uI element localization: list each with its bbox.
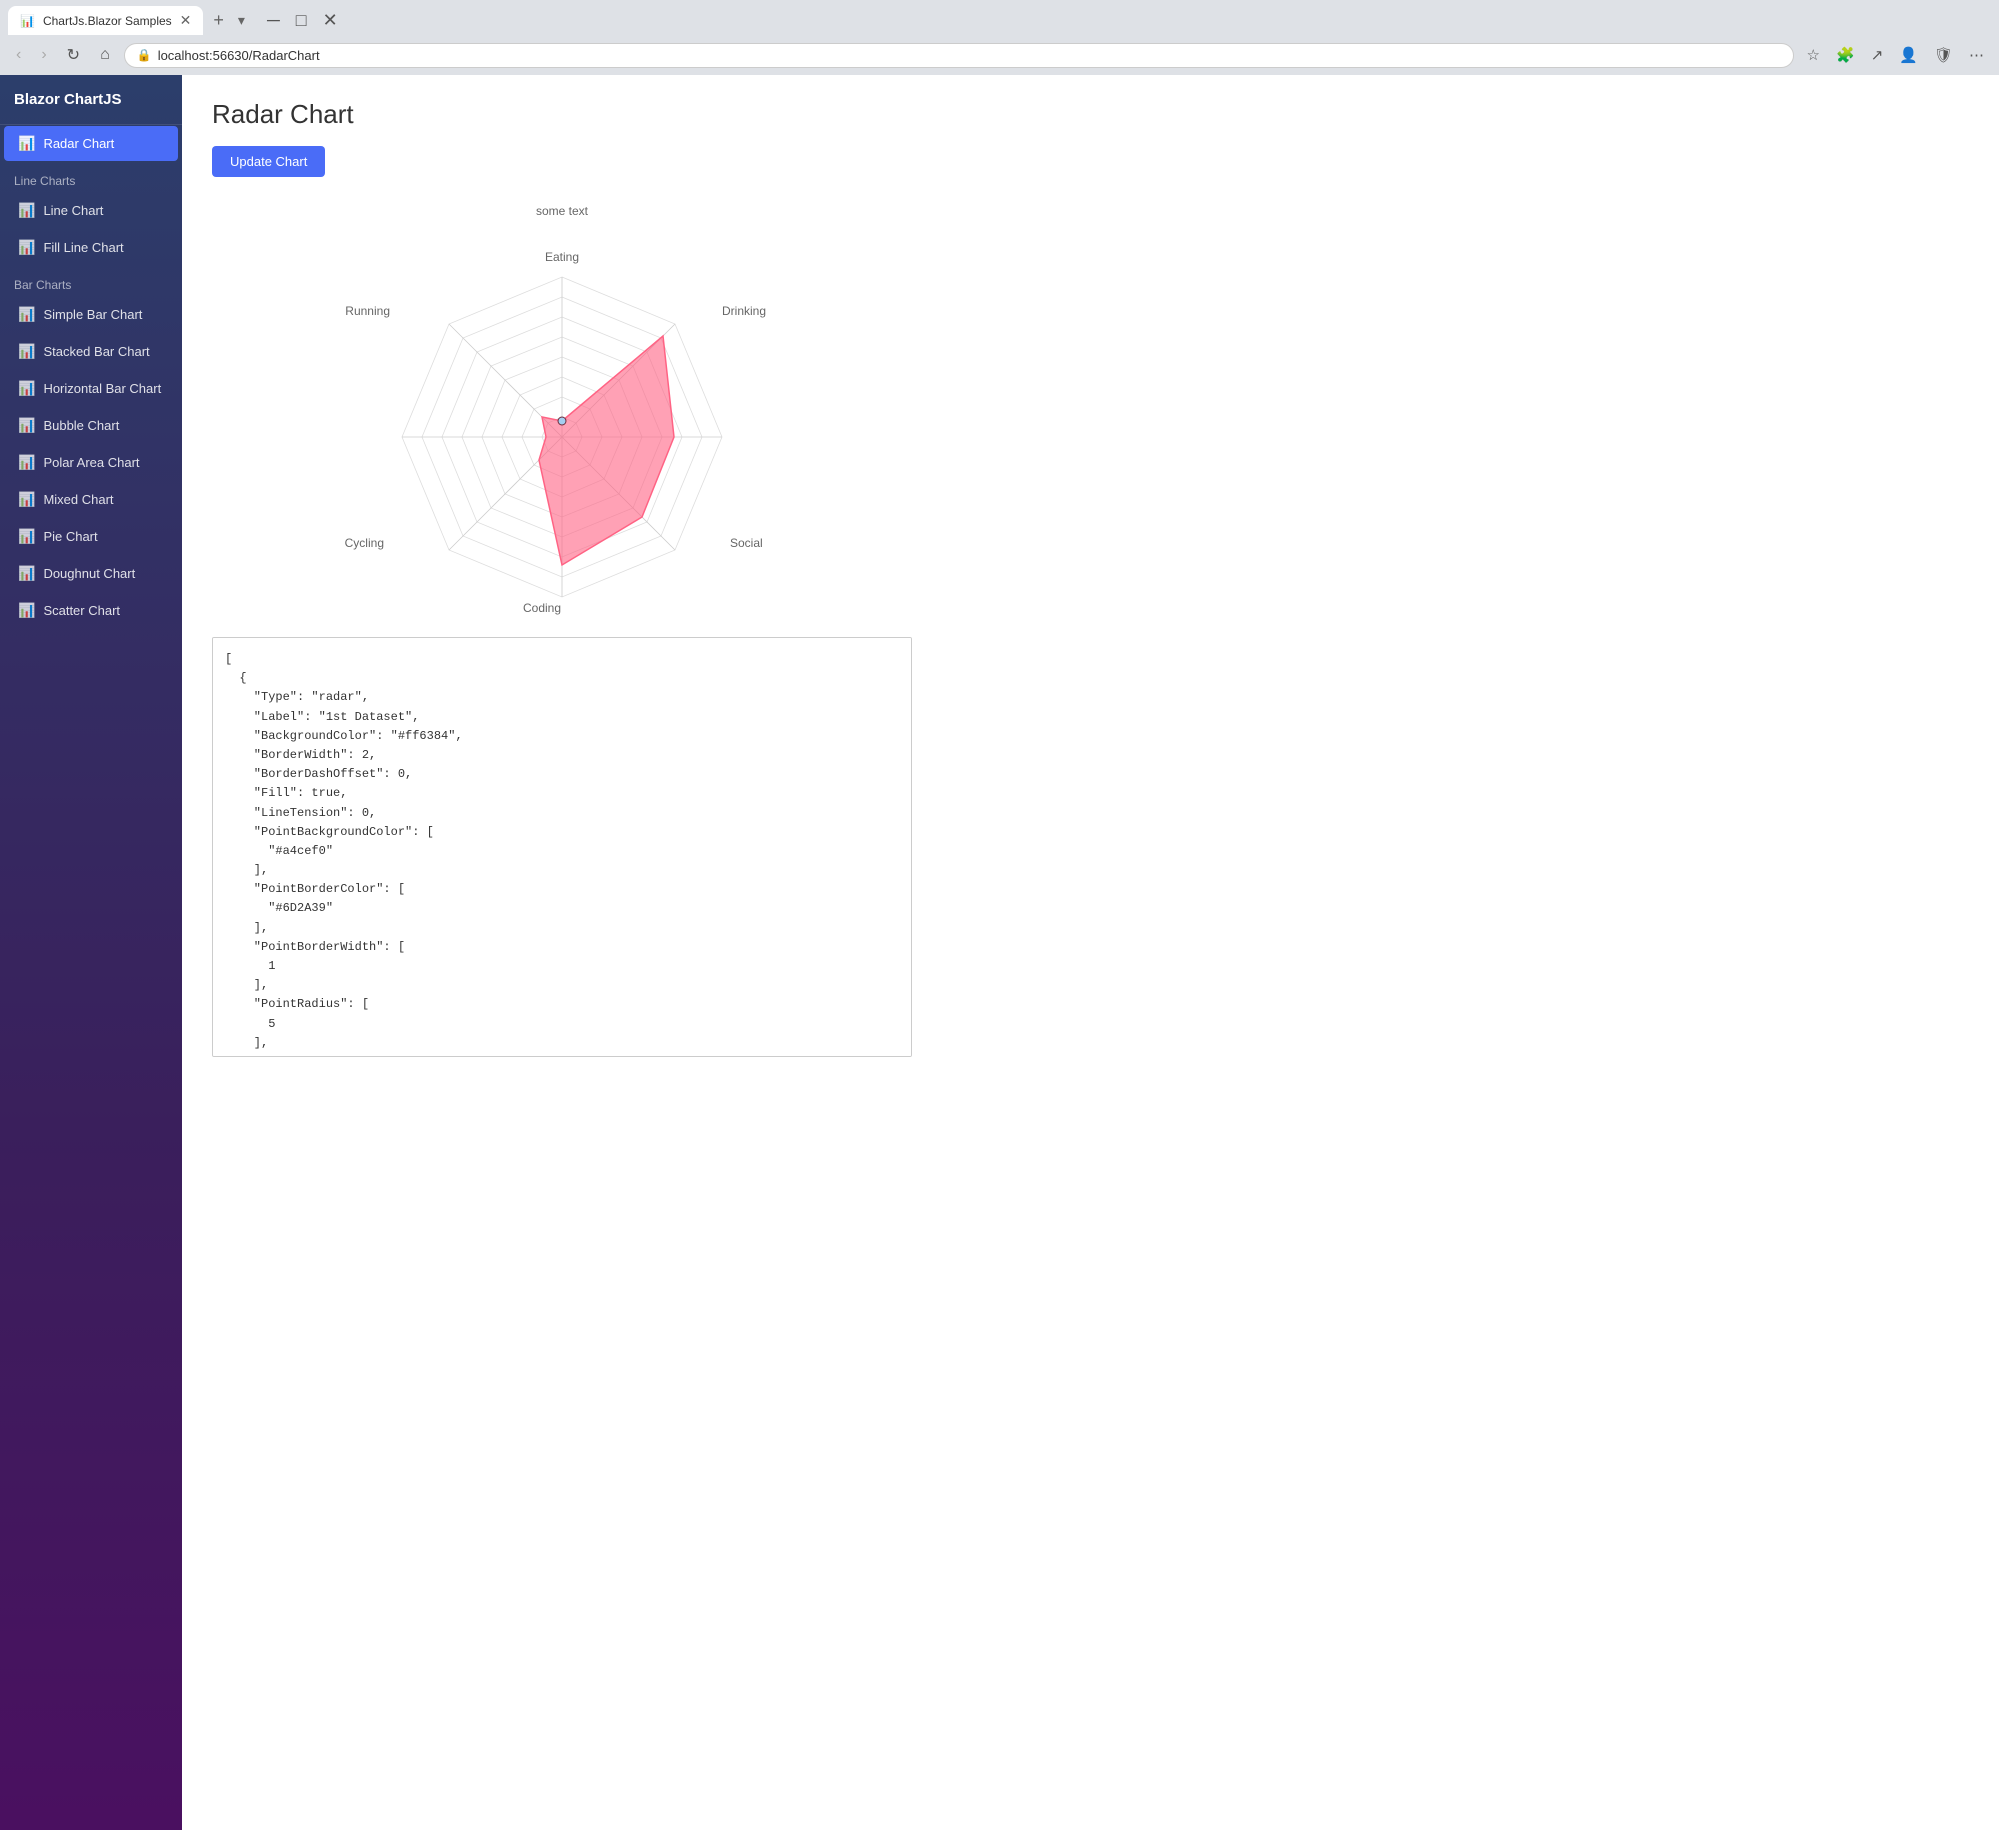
label-cycling: Cycling	[345, 536, 384, 550]
browser-chrome: 📊 ChartJs.Blazor Samples ✕ + ▾ ─ □ ✕ ‹ ›…	[0, 0, 1999, 75]
profile-button[interactable]: 👤	[1894, 42, 1923, 68]
browser-title-bar: 📊 ChartJs.Blazor Samples ✕ + ▾ ─ □ ✕	[0, 0, 1999, 35]
sidebar-item-label: Horizontal Bar Chart	[43, 381, 161, 396]
chart-icon-fill-line: 📊	[18, 239, 35, 256]
chart-icon-doughnut: 📊	[18, 565, 35, 582]
chart-icon-mixed: 📊	[18, 491, 35, 508]
chart-title: some text	[536, 204, 589, 218]
sidebar-item-pie-chart[interactable]: 📊 Pie Chart	[4, 519, 178, 554]
tab-icon: 📊	[20, 14, 35, 28]
radar-chart-svg: some text	[212, 197, 912, 617]
app-container: Blazor ChartJS 📊 Radar Chart Line Charts…	[0, 75, 1999, 1830]
extensions-button[interactable]: 🧩	[1831, 42, 1860, 68]
sidebar-item-label: Fill Line Chart	[43, 240, 123, 255]
lock-icon: 🔒	[137, 48, 152, 62]
label-running: Running	[345, 304, 390, 318]
forward-button[interactable]: ›	[35, 42, 52, 68]
refresh-button[interactable]: ↻	[61, 41, 86, 69]
home-button[interactable]: ⌂	[94, 42, 116, 68]
chart-icon-scatter: 📊	[18, 602, 35, 619]
sidebar-item-label: Scatter Chart	[43, 603, 120, 618]
share-button[interactable]: ↗	[1866, 42, 1889, 68]
browser-actions: ☆ 🧩 ↗ 👤 🛡 ⋯	[1802, 42, 1989, 68]
sidebar-section-line-charts: Line Charts	[0, 162, 182, 192]
radar-grid	[402, 277, 722, 597]
sidebar-item-label: Pie Chart	[43, 529, 97, 544]
sidebar-item-label: Line Chart	[43, 203, 103, 218]
close-button[interactable]: ✕	[317, 10, 344, 31]
window-controls: ─ □ ✕	[261, 10, 344, 31]
shield-button[interactable]: 🛡	[1929, 42, 1958, 68]
new-tab-button[interactable]: +	[207, 10, 230, 31]
label-drinking: Drinking	[722, 304, 766, 318]
sidebar-item-mixed-chart[interactable]: 📊 Mixed Chart	[4, 482, 178, 517]
sidebar-item-horizontal-bar-chart[interactable]: 📊 Horizontal Bar Chart	[4, 371, 178, 406]
label-coding: Coding	[523, 601, 561, 615]
sidebar-item-label: Bubble Chart	[43, 418, 119, 433]
chart-icon-horizontal: 📊	[18, 380, 35, 397]
update-chart-button[interactable]: Update Chart	[212, 146, 325, 177]
chart-icon-line: 📊	[18, 202, 35, 219]
chart-icon-pie: 📊	[18, 528, 35, 545]
sidebar-section-bar-charts: Bar Charts	[0, 266, 182, 296]
sidebar-item-line-chart[interactable]: 📊 Line Chart	[4, 193, 178, 228]
sidebar-item-radar-chart[interactable]: 📊 Radar Chart	[4, 126, 178, 161]
chart-icon-stacked: 📊	[18, 343, 35, 360]
chart-icon-bubble: 📊	[18, 417, 35, 434]
bookmark-star-button[interactable]: ☆	[1802, 42, 1825, 68]
address-text: localhost:56630/RadarChart	[158, 48, 1781, 63]
minimize-button[interactable]: ─	[261, 10, 286, 31]
json-output-box[interactable]: [ { "Type": "radar", "Label": "1st Datas…	[212, 637, 912, 1057]
address-bar[interactable]: 🔒 localhost:56630/RadarChart	[124, 43, 1794, 68]
data-point-eating	[558, 417, 566, 425]
sidebar-item-scatter-chart[interactable]: 📊 Scatter Chart	[4, 593, 178, 628]
main-content: Radar Chart Update Chart some text	[182, 75, 1999, 1830]
sidebar-item-label: Stacked Bar Chart	[43, 344, 149, 359]
maximize-button[interactable]: □	[290, 10, 313, 31]
label-eating: Eating	[545, 250, 579, 264]
sidebar-logo: Blazor ChartJS	[0, 75, 182, 125]
sidebar-item-label: Simple Bar Chart	[43, 307, 142, 322]
sidebar-item-fill-line-chart[interactable]: 📊 Fill Line Chart	[4, 230, 178, 265]
sidebar-item-doughnut-chart[interactable]: 📊 Doughnut Chart	[4, 556, 178, 591]
sidebar-item-label: Polar Area Chart	[43, 455, 139, 470]
data-polygon	[539, 336, 674, 565]
chart-container: some text	[212, 197, 912, 617]
label-social: Social	[730, 536, 763, 550]
menu-button[interactable]: ⋯	[1964, 42, 1989, 68]
sidebar-item-bubble-chart[interactable]: 📊 Bubble Chart	[4, 408, 178, 443]
page-title: Radar Chart	[212, 99, 1969, 130]
sidebar-item-stacked-bar-chart[interactable]: 📊 Stacked Bar Chart	[4, 334, 178, 369]
chart-icon-polar: 📊	[18, 454, 35, 471]
sidebar-item-polar-area-chart[interactable]: 📊 Polar Area Chart	[4, 445, 178, 480]
chart-icon: 📊	[18, 135, 35, 152]
back-button[interactable]: ‹	[10, 42, 27, 68]
browser-tab[interactable]: 📊 ChartJs.Blazor Samples ✕	[8, 6, 203, 35]
tab-close-button[interactable]: ✕	[180, 12, 192, 29]
sidebar-item-label: Doughnut Chart	[43, 566, 135, 581]
tab-title: ChartJs.Blazor Samples	[43, 14, 172, 28]
tab-menu-button[interactable]: ▾	[234, 12, 249, 29]
sidebar-item-label: Radar Chart	[43, 136, 114, 151]
sidebar-item-label: Mixed Chart	[43, 492, 113, 507]
sidebar: Blazor ChartJS 📊 Radar Chart Line Charts…	[0, 75, 182, 1830]
browser-nav-bar: ‹ › ↻ ⌂ 🔒 localhost:56630/RadarChart ☆ 🧩…	[0, 35, 1999, 75]
sidebar-item-simple-bar-chart[interactable]: 📊 Simple Bar Chart	[4, 297, 178, 332]
chart-icon-bar: 📊	[18, 306, 35, 323]
